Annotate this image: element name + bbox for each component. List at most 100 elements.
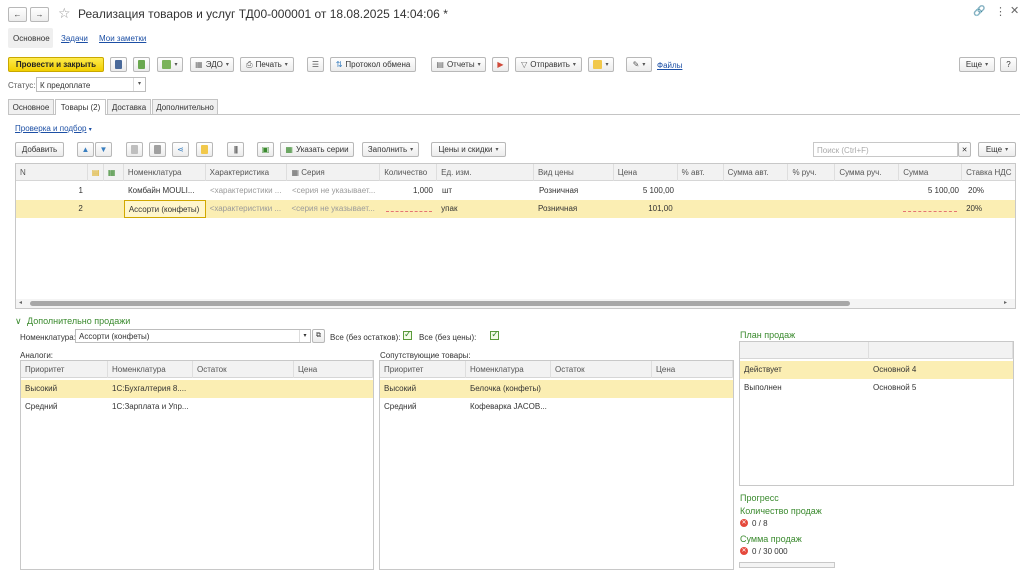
table-row[interactable]: 1 Комбайн MOULI... <характеристики ... <… <box>16 182 1015 200</box>
sum-empty-cell[interactable] <box>899 200 962 218</box>
barcode-button[interactable]: ||| <box>227 142 244 157</box>
save-button[interactable] <box>110 57 127 72</box>
prices-discounts-button[interactable]: Цены и скидки ▾ <box>431 142 506 157</box>
col-vat[interactable]: Ставка НДС <box>962 164 1015 181</box>
attachments-button[interactable]: ✎ ▾ <box>626 57 652 72</box>
table-row-selected[interactable]: 2 Ассорти (конфеты) <характеристики ... … <box>16 200 1015 218</box>
nav-tab-notes[interactable]: Мои заметки <box>99 34 146 43</box>
link-icon[interactable]: 🔗 <box>973 6 985 17</box>
nomenclature-input[interactable]: Ассорти (конфеты) ▾ <box>75 329 311 343</box>
more-button[interactable]: Еще ▾ <box>959 57 995 72</box>
sales-plan-title: План продаж <box>740 330 796 340</box>
clear-search-button[interactable]: ✕ <box>958 142 971 157</box>
split-row-button[interactable]: ⋖ <box>172 142 189 157</box>
col-series[interactable]: ▦ Серия <box>287 164 381 181</box>
col-qty[interactable]: Количество <box>380 164 438 181</box>
tab-main[interactable]: Основное <box>8 99 54 114</box>
reports-button[interactable]: ▤ Отчеты ▾ <box>431 57 486 72</box>
forward-button[interactable]: → <box>30 7 49 22</box>
document-list-button[interactable]: ☰ <box>307 57 324 72</box>
col-auto-sum[interactable]: Сумма авт. <box>724 164 789 181</box>
analogs-table: Приоритет Номенклатура Остаток Цена Высо… <box>20 360 374 570</box>
col-unit[interactable]: Ед. изм. <box>437 164 534 181</box>
col-price-kind[interactable]: Вид цены <box>534 164 614 181</box>
specify-series-button[interactable]: ▦ Указать серии <box>280 142 354 157</box>
list-item[interactable]: Выполнен Основной 5 <box>740 379 1013 397</box>
help-button[interactable]: ? <box>1000 57 1017 72</box>
active-cell-item[interactable]: Ассорти (конфеты) <box>123 200 206 218</box>
status-value: К предоплате <box>40 81 91 90</box>
post-button[interactable] <box>133 57 150 72</box>
paste-row-button[interactable] <box>149 142 166 157</box>
create-based-icon <box>162 60 172 69</box>
col-manual-sum[interactable]: Сумма руч. <box>835 164 900 181</box>
goods-table: N ▤ ▦ Номенклатура Характеристика ▦ Сери… <box>15 163 1016 309</box>
barcode-icon: ||| <box>233 145 238 154</box>
run-button[interactable]: ▶ <box>492 57 509 72</box>
fill-doc-button[interactable] <box>196 142 213 157</box>
list-item[interactable]: Средний 1С:Зарплата и Упр... <box>21 398 193 416</box>
attach-doc-button[interactable]: ▾ <box>588 57 614 72</box>
col-manual-pct[interactable]: % руч. <box>788 164 836 181</box>
close-icon: ✕ <box>961 146 968 154</box>
form-tabs-line <box>8 114 1020 115</box>
all-price-checkbox[interactable] <box>490 329 500 340</box>
scan-button[interactable]: ▣ <box>257 142 274 157</box>
send-button[interactable]: ▽ Отправить ▾ <box>515 57 582 72</box>
more-vertical-icon[interactable]: ⋮ <box>995 5 1006 18</box>
chevron-down-icon[interactable]: ▾ <box>299 330 310 342</box>
favorite-star-icon[interactable]: ☆ <box>58 5 71 22</box>
col-price[interactable]: Цена <box>614 164 678 181</box>
edo-button[interactable]: ▦ ЭДО ▾ <box>190 57 234 72</box>
qty-empty-cell[interactable] <box>380 200 437 218</box>
search-input[interactable]: Поиск (Ctrl+F) <box>813 142 958 157</box>
goods-table-header: N ▤ ▦ Номенклатура Характеристика ▦ Сери… <box>16 164 1015 181</box>
move-up-button[interactable]: ▲ <box>77 142 94 157</box>
list-item[interactable]: Средний Кофеварка JACOB... <box>380 398 551 416</box>
col-icon-a[interactable]: ▤ <box>88 164 104 181</box>
fill-button[interactable]: Заполнить ▾ <box>362 142 419 157</box>
scroll-left-icon[interactable]: ◂ <box>19 299 22 306</box>
horizontal-scrollbar[interactable]: ◂ ▸ <box>16 299 1015 308</box>
extra-sales-title[interactable]: Дополнительно продажи <box>27 316 130 326</box>
tab-additional[interactable]: Дополнительно <box>152 99 218 114</box>
open-nomenclature-button[interactable]: ⧉ <box>312 329 325 343</box>
col-auto-pct[interactable]: % авт. <box>678 164 724 181</box>
sales-plan-table: Действует Основной 4 Выполнен Основной 5 <box>739 341 1014 486</box>
post-and-close-button[interactable]: Провести и закрыть <box>8 57 104 72</box>
col-sum[interactable]: Сумма <box>899 164 963 181</box>
arrow-up-icon: ▲ <box>81 145 90 154</box>
col-n[interactable]: N <box>16 164 88 181</box>
files-link[interactable]: Файлы <box>657 61 682 70</box>
copy-row-button[interactable] <box>126 142 143 157</box>
col-icon-b[interactable]: ▦ <box>104 164 124 181</box>
printer-icon: ⎙ <box>246 59 253 69</box>
share-icon: ⋖ <box>177 145 184 154</box>
qty-sales-value: 0 / 8 <box>752 519 768 528</box>
filter-icon: ▽ <box>521 60 528 69</box>
list-item[interactable]: Высокий 1С:Бухгалтерия 8.... <box>21 380 373 398</box>
goods-more-button[interactable]: Еще ▾ <box>978 142 1016 157</box>
back-button[interactable]: ← <box>8 7 27 22</box>
check-and-select-link[interactable]: Проверка и подбор ▾ <box>15 124 92 133</box>
print-button[interactable]: ⎙ Печать ▾ <box>240 57 294 72</box>
list-item[interactable]: Высокий Белочка (конфеты) <box>380 380 733 398</box>
create-based-on-button[interactable]: ▾ <box>157 57 183 72</box>
col-characteristic[interactable]: Характеристика <box>206 164 288 181</box>
tab-delivery[interactable]: Доставка <box>107 99 151 114</box>
exchange-protocol-button[interactable]: ⇅ Протокол обмена <box>330 57 416 72</box>
tab-goods[interactable]: Товары (2) <box>55 99 106 115</box>
status-select[interactable]: К предоплате ▾ <box>36 77 146 92</box>
qty-sales-title: Количество продаж <box>740 506 822 516</box>
scrollbar-thumb[interactable] <box>30 301 850 306</box>
nav-tab-tasks[interactable]: Задачи <box>61 34 88 43</box>
move-down-button[interactable]: ▼ <box>95 142 112 157</box>
folder-icon <box>201 145 208 154</box>
scroll-right-icon[interactable]: ▸ <box>1004 299 1007 306</box>
close-icon[interactable]: ✕ <box>1010 4 1019 17</box>
all-stock-checkbox[interactable] <box>403 329 412 340</box>
add-row-button[interactable]: Добавить <box>15 142 64 157</box>
collapse-chevron-icon[interactable]: ∨ <box>15 316 22 327</box>
list-item[interactable]: Действует Основной 4 <box>740 361 1013 379</box>
col-item[interactable]: Номенклатура <box>124 164 206 181</box>
